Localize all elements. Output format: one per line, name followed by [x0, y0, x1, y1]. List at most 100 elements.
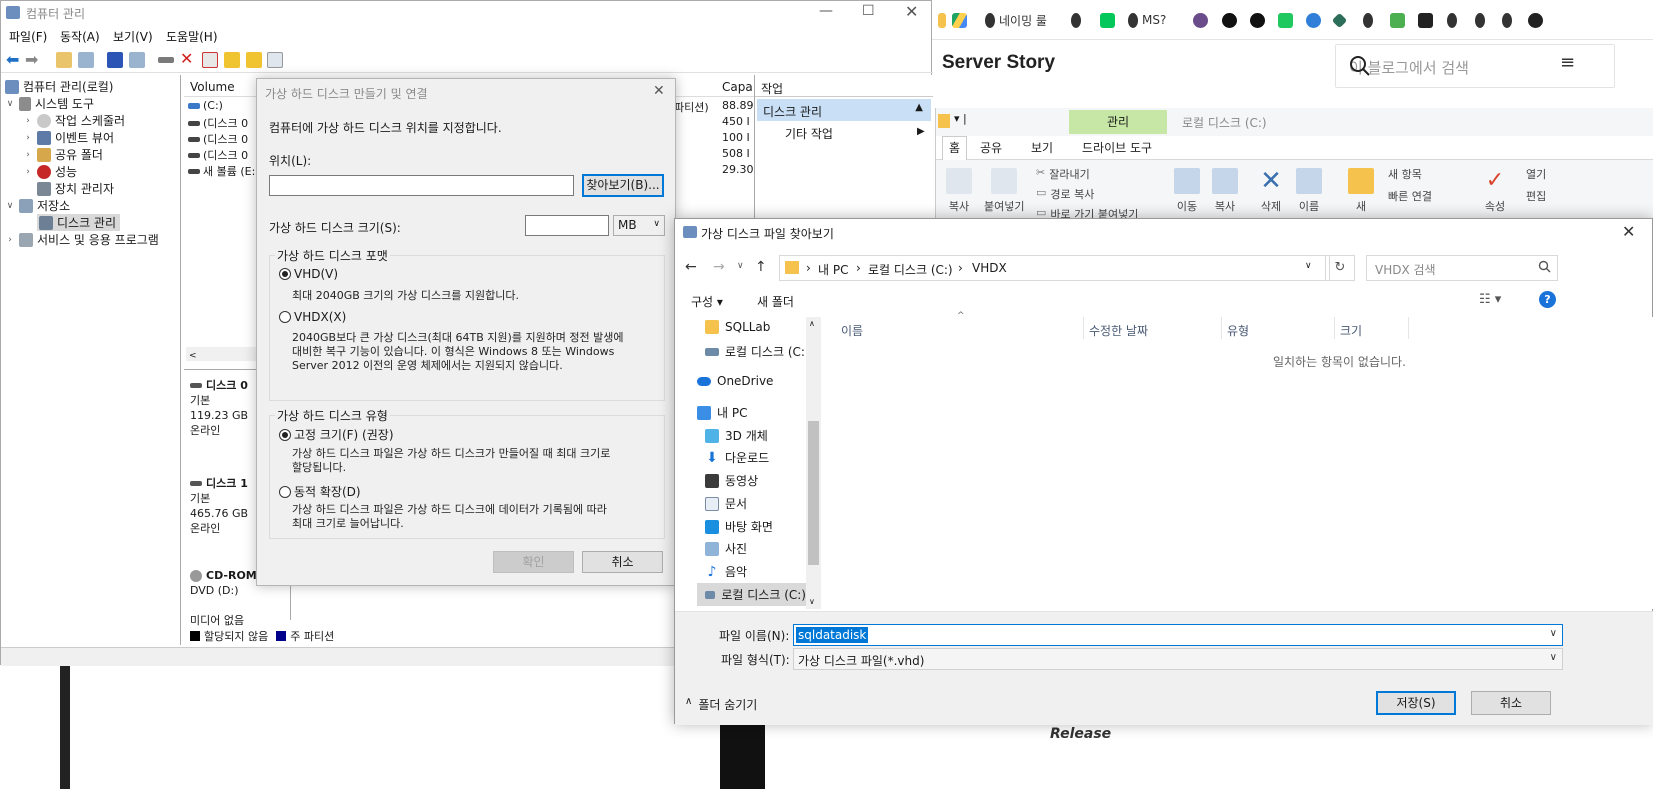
open-button[interactable]: 열기 [1526, 166, 1546, 182]
tree-disk-management[interactable]: 디스크 관리 [37, 214, 121, 231]
cut-button[interactable]: ✂ 잘라내기 [1036, 166, 1090, 182]
search-icon[interactable] [246, 52, 262, 68]
organize-button[interactable]: 구성 ▾ [691, 293, 723, 310]
search-icon[interactable] [1538, 260, 1551, 273]
volume-row[interactable]: (디스크 0 [188, 115, 248, 131]
filename-input[interactable]: sqldatadisk ∨ [793, 624, 1563, 646]
paste-button[interactable]: 붙여넣기 [984, 168, 1024, 214]
size-input[interactable] [525, 215, 609, 236]
nav-videos[interactable]: 동영상 [705, 472, 758, 489]
column-modified[interactable]: 수정한 날짜 [1089, 322, 1148, 339]
maximize-button[interactable]: ☐ [862, 3, 875, 19]
back-icon[interactable]: ⬅ [6, 50, 19, 69]
nav-pictures[interactable]: 사진 [705, 540, 747, 557]
chevron-down-icon[interactable]: ∨ [1550, 628, 1557, 639]
edit-button[interactable]: 편집 [1526, 188, 1546, 204]
chevron-right-icon[interactable]: › [23, 133, 33, 143]
tab-home[interactable]: 홈 [942, 136, 968, 160]
filetype-select[interactable]: 가상 디스크 파일(*.vhd) ∨ [793, 648, 1563, 670]
blog-icon[interactable] [1278, 11, 1293, 29]
fixed-size-radio[interactable]: 고정 크기(F) (권장) [279, 426, 394, 443]
new-folder-button[interactable]: 새 폴더 [757, 293, 794, 310]
factory-icon[interactable] [1418, 11, 1433, 29]
volume-row[interactable]: (디스크 0 [188, 131, 248, 147]
list-icon[interactable] [267, 52, 283, 68]
back-arrow-icon[interactable]: ← [685, 259, 697, 275]
nav-this-pc[interactable]: 내 PC [697, 404, 747, 421]
nav-desktop[interactable]: 바탕 화면 [705, 518, 773, 535]
connect-icon[interactable] [158, 57, 174, 63]
new-folder-ribbon-button[interactable]: 새 [1348, 168, 1374, 214]
tree-root[interactable]: 컴퓨터 관리(로컬) [5, 78, 113, 95]
new-item-button[interactable]: 새 항목 [1388, 166, 1422, 182]
bookmark-avatar[interactable] [1193, 11, 1208, 29]
size-unit-select[interactable]: MB ∨ [613, 215, 665, 236]
address-bar[interactable]: › 내 PC › 로컬 디스크 (C:) › VHDX ∨ [779, 255, 1330, 281]
properties-icon[interactable] [202, 52, 218, 68]
menu-icon[interactable]: ≡ [1560, 52, 1575, 73]
column-divider[interactable] [1221, 317, 1222, 339]
breadcrumb-local-disk[interactable]: 로컬 디스크 (C:) [868, 261, 953, 278]
view-icon[interactable] [129, 52, 145, 68]
delete-icon[interactable]: ✕ [180, 49, 193, 68]
menu-help[interactable]: 도움말(H) [166, 28, 218, 45]
bookmark-dots-icon-3[interactable] [1447, 11, 1457, 29]
volume-row[interactable]: (C:) [188, 99, 223, 112]
browse-button[interactable]: 찾아보기(B)... [582, 174, 664, 197]
folder-up-icon[interactable] [56, 52, 72, 68]
chevron-down-icon[interactable]: ∨ [5, 201, 15, 211]
chevron-right-icon[interactable]: › [23, 167, 33, 177]
column-volume[interactable]: Volume [190, 80, 235, 94]
breadcrumb-vhdx[interactable]: VHDX [972, 261, 1007, 275]
tab-manage[interactable]: 관리 [1069, 110, 1167, 134]
collapse-icon[interactable]: ▲ [915, 102, 923, 113]
cdrom-info[interactable]: CD-ROM DVD (D:) 미디어 없음 [190, 568, 257, 628]
close-icon[interactable]: ✕ [653, 83, 665, 99]
chevron-right-icon[interactable]: › [23, 150, 33, 160]
column-divider[interactable] [1408, 317, 1409, 339]
bookmark-dots-icon[interactable] [1071, 11, 1081, 29]
hide-folders-toggle[interactable]: ∧ 폴더 숨기기 [685, 696, 757, 713]
column-name[interactable]: 이름 [841, 322, 863, 339]
export-icon[interactable] [224, 52, 240, 68]
help-icon[interactable]: ? [1539, 291, 1556, 308]
tab-view[interactable]: 보기 [1031, 139, 1053, 156]
ok-button[interactable]: 확인 [493, 551, 574, 573]
search-input[interactable]: VHDX 검색 [1366, 255, 1558, 281]
diamond-icon[interactable] [1331, 11, 1348, 29]
github-icon-2[interactable] [1250, 11, 1265, 29]
scroll-up-icon[interactable]: ∧ [809, 319, 815, 328]
column-divider[interactable] [1334, 317, 1335, 339]
show-hide-tree-icon[interactable] [78, 52, 94, 68]
copy-to-button[interactable]: 복사 [1212, 168, 1238, 214]
tab-drive-tools[interactable]: 드라이브 도구 [1082, 139, 1152, 156]
help-icon[interactable] [107, 52, 123, 68]
column-type[interactable]: 유형 [1227, 322, 1249, 339]
navigation-scrollbar[interactable]: ∧ ∨ [806, 317, 821, 609]
vhd-radio[interactable]: VHD(V) [279, 267, 338, 281]
qat-dropdown-icon[interactable]: ▾ | [954, 112, 967, 125]
nav-onedrive[interactable]: OneDrive [697, 374, 773, 388]
copy-path-button[interactable]: ▭ 경로 복사 [1036, 186, 1094, 202]
w3-icon[interactable] [1390, 11, 1405, 29]
nav-music[interactable]: ♪ 음악 [705, 563, 748, 580]
bookmark-naver[interactable] [1100, 11, 1115, 29]
bookmark-naming-rule[interactable]: 네이밍 룰 [985, 11, 1047, 29]
scroll-down-icon[interactable]: ∨ [809, 597, 815, 606]
tree-shared-folders[interactable]: › 공유 폴더 [23, 146, 103, 163]
chevron-right-icon[interactable]: › [5, 235, 15, 245]
copy-button[interactable]: 복사 [946, 168, 972, 214]
close-button[interactable]: ✕ [905, 2, 918, 21]
bookmark-ms[interactable]: MS? [1128, 11, 1166, 29]
nav-downloads[interactable]: ⬇ 다운로드 [705, 449, 769, 466]
breadcrumb-this-pc[interactable]: 내 PC [818, 261, 848, 278]
save-button[interactable]: 저장(S) [1376, 691, 1456, 715]
disk-0-info[interactable]: 디스크 0 기본 119.23 GB 온라인 [190, 378, 248, 438]
nav-3d-objects[interactable]: 3D 개체 [705, 427, 768, 444]
menu-action[interactable]: 동작(A) [60, 28, 100, 45]
github-icon[interactable] [1222, 11, 1237, 29]
forward-icon[interactable]: ➡ [25, 50, 38, 69]
action-disk-management[interactable]: 디스크 관리 ▲ [757, 99, 931, 121]
location-input[interactable] [269, 175, 574, 196]
easy-access-button[interactable]: 빠른 연결 [1388, 188, 1432, 204]
